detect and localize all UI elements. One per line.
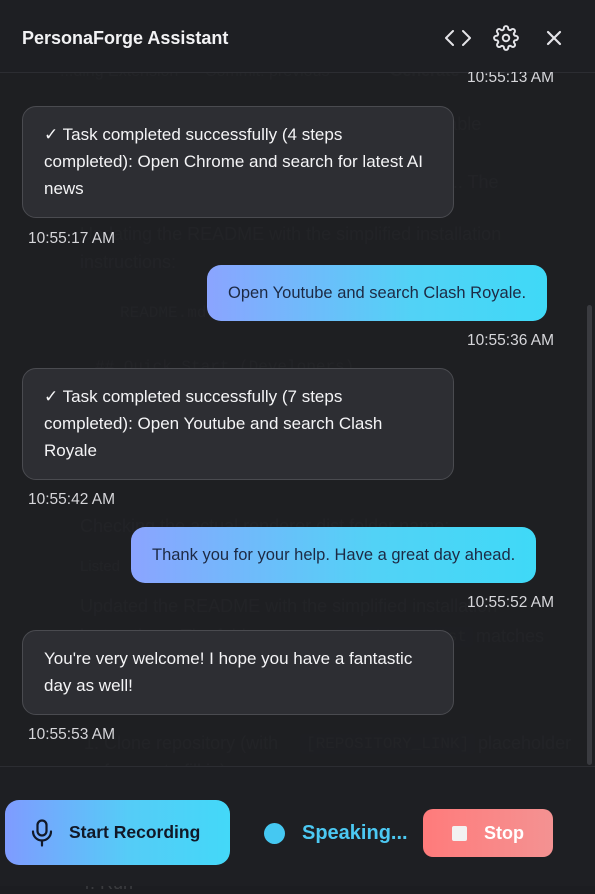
user-message: Open Youtube and search Clash Royale. [207,265,548,321]
assistant-message: You're very welcome! I hope you have a f… [22,630,454,715]
message-timestamp: 10:55:36 AM [467,332,555,349]
gear-icon[interactable] [492,24,520,52]
app-title: PersonaForge Assistant [22,28,229,48]
stop-square-icon [452,825,467,841]
code-brackets-icon[interactable] [444,24,472,52]
title-bar: PersonaForge Assistant [0,0,595,73]
stop-label: Stop [484,822,524,843]
assistant-message: ✓ Task completed successfully (7 steps c… [22,368,454,480]
close-icon[interactable] [540,24,568,52]
microphone-icon [31,818,53,847]
speaking-indicator-dot [264,823,285,844]
stop-button[interactable]: Stop [423,809,553,857]
message-timestamp: 10:55:53 AM [28,726,116,743]
assistant-message: ✓ Task completed successfully (4 steps c… [22,106,454,218]
message-timestamp: 10:55:13 AM [467,72,555,86]
start-recording-button[interactable]: Start Recording [5,800,230,865]
chat-messages[interactable]: 10:55:13 AM ✓ Task completed successfull… [0,72,595,766]
chat-scrollbar[interactable] [587,305,592,765]
start-recording-label: Start Recording [69,822,201,842]
assistant-window: PersonaForge Assistant 10:55:13 AM ✓ Tas… [0,0,595,886]
user-message: Thank you for your help. Have a great da… [131,527,537,583]
message-timestamp: 10:55:52 AM [467,594,555,611]
message-timestamp: 10:55:42 AM [28,491,116,508]
message-timestamp: 10:55:17 AM [28,230,116,247]
speaking-status: Speaking... [302,822,408,844]
